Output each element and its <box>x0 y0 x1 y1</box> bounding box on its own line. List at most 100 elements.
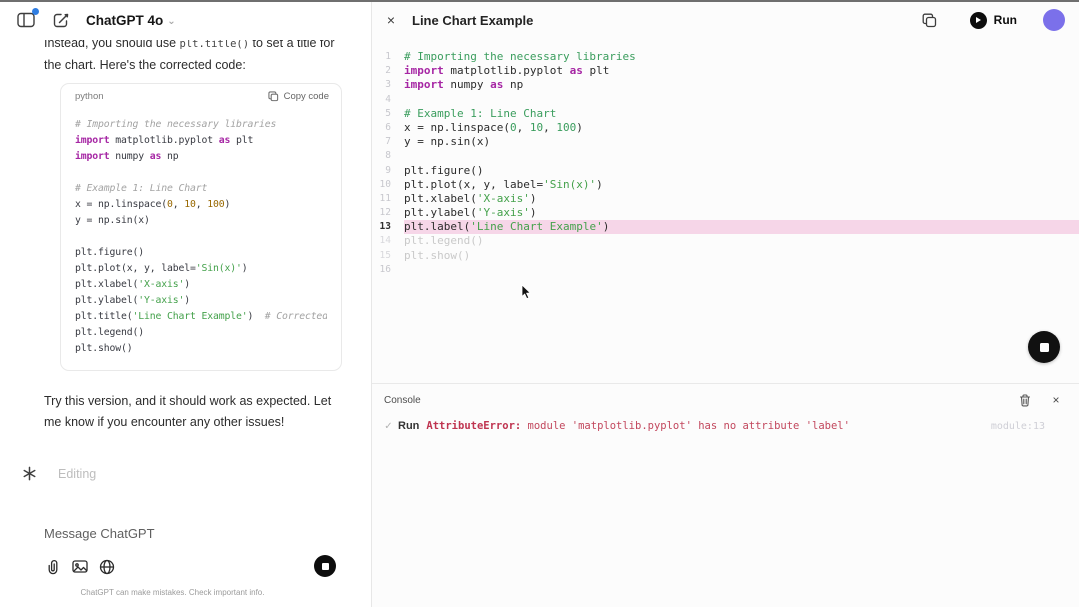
line-code[interactable]: plt.label('Line Chart Example') <box>404 220 1079 234</box>
line-code[interactable]: import numpy as np <box>404 78 1079 92</box>
line-number: 1 <box>372 50 404 64</box>
user-avatar[interactable] <box>1043 9 1065 31</box>
run-button[interactable]: Run <box>970 12 1017 29</box>
code-editor[interactable]: 1# Importing the necessary libraries2imp… <box>372 50 1079 277</box>
status-row: Editing <box>0 466 371 481</box>
chat-code-line: x = np.linspace(0, 10, 100) <box>75 197 327 213</box>
chat-message-area[interactable]: Instead, you should use plt.title() to s… <box>0 40 371 500</box>
disclaimer-text: ChatGPT can make mistakes. Check importa… <box>0 588 345 597</box>
editor-line-14[interactable]: 14plt.legend() <box>372 234 1079 248</box>
chat-code-line: import matplotlib.pyplot as plt <box>75 133 327 149</box>
line-code[interactable]: import matplotlib.pyplot as plt <box>404 64 1079 78</box>
console-error-text: AttributeError: module 'matplotlib.pyplo… <box>426 420 850 432</box>
model-label: ChatGPT 4o <box>86 13 163 28</box>
line-code[interactable]: plt.legend() <box>404 234 1079 248</box>
line-code[interactable]: x = np.linspace(0, 10, 100) <box>404 121 1079 135</box>
editor-line-8[interactable]: 8 <box>372 149 1079 163</box>
console-header: Console × <box>372 384 1079 407</box>
editor-line-6[interactable]: 6x = np.linspace(0, 10, 100) <box>372 121 1079 135</box>
composer: Message ChatGPT <box>0 500 371 607</box>
editor-line-9[interactable]: 9plt.figure() <box>372 164 1079 178</box>
console-run-label: Run <box>398 420 419 432</box>
editor-line-4[interactable]: 4 <box>372 93 1079 107</box>
chatgpt-canvas-app: ChatGPT 4o ⌄ Instead, you should use plt… <box>0 0 1079 607</box>
stop-run-button[interactable] <box>1028 331 1060 363</box>
stop-icon <box>322 563 329 570</box>
image-upload-icon[interactable] <box>71 558 88 575</box>
play-icon <box>970 12 987 29</box>
globe-icon[interactable] <box>98 558 115 575</box>
inline-code: plt.title() <box>180 40 250 50</box>
editor-line-10[interactable]: 10plt.plot(x, y, label='Sin(x)') <box>372 178 1079 192</box>
chat-code-line: plt.title('Line Chart Example') # Correc… <box>75 309 327 325</box>
assistant-message-closing: Try this version, and it should work as … <box>0 391 371 433</box>
editor-line-7[interactable]: 7y = np.sin(x) <box>372 135 1079 149</box>
chat-code-line: plt.ylabel('Y-axis') <box>75 293 327 309</box>
line-number: 8 <box>372 149 404 163</box>
line-number: 7 <box>372 135 404 149</box>
duplicate-icon[interactable] <box>920 10 940 30</box>
error-detail: module 'matplotlib.pyplot' has no attrib… <box>521 420 850 432</box>
clear-console-icon[interactable] <box>1018 393 1032 407</box>
line-number: 11 <box>372 192 404 206</box>
line-number: 14 <box>372 234 404 248</box>
line-code[interactable] <box>404 93 1079 107</box>
line-code[interactable] <box>404 149 1079 163</box>
new-chat-icon[interactable] <box>51 10 71 30</box>
line-code[interactable]: plt.show() <box>404 249 1079 263</box>
copy-code-label: Copy code <box>284 91 329 102</box>
attach-file-icon[interactable] <box>44 558 61 575</box>
editor-line-5[interactable]: 5# Example 1: Line Chart <box>372 107 1079 121</box>
line-number: 4 <box>372 93 404 107</box>
line-number: 6 <box>372 121 404 135</box>
line-code[interactable]: plt.xlabel('X-axis') <box>404 192 1079 206</box>
editor-line-3[interactable]: 3import numpy as np <box>372 78 1079 92</box>
editor-line-12[interactable]: 12plt.ylabel('Y-axis') <box>372 206 1079 220</box>
chat-code-lines: # Importing the necessary librariesimpor… <box>61 107 341 370</box>
chatgpt-logo-icon <box>22 466 37 481</box>
line-code[interactable]: # Importing the necessary libraries <box>404 50 1079 64</box>
code-block-header: python Copy code <box>61 84 341 107</box>
composer-toolbar <box>44 558 115 575</box>
line-code[interactable]: plt.plot(x, y, label='Sin(x)') <box>404 178 1079 192</box>
message-input[interactable]: Message ChatGPT <box>44 526 155 541</box>
line-number: 13 <box>372 220 404 234</box>
line-number: 3 <box>372 78 404 92</box>
message-text: to set a title for <box>249 40 334 50</box>
line-code[interactable] <box>404 263 1079 277</box>
chat-code-line: plt.figure() <box>75 245 327 261</box>
line-code[interactable]: plt.figure() <box>404 164 1079 178</box>
message-text: the chart. Here's the corrected code: <box>44 58 246 72</box>
editor-line-11[interactable]: 11plt.xlabel('X-axis') <box>372 192 1079 206</box>
editor-line-13[interactable]: 13plt.label('Line Chart Example') <box>372 220 1079 234</box>
editor-line-1[interactable]: 1# Importing the necessary libraries <box>372 50 1079 64</box>
line-number: 15 <box>372 249 404 263</box>
console-panel: Console × ✓ Run AttributeError: module '… <box>372 383 1079 607</box>
model-switcher[interactable]: ChatGPT 4o ⌄ <box>86 13 176 28</box>
chevron-down-icon: ⌄ <box>167 16 175 27</box>
chat-header: ChatGPT 4o ⌄ <box>0 0 371 40</box>
console-error-location: module:13 <box>991 421 1063 432</box>
line-code[interactable]: y = np.sin(x) <box>404 135 1079 149</box>
editor-line-2[interactable]: 2import matplotlib.pyplot as plt <box>372 64 1079 78</box>
console-title: Console <box>384 395 421 406</box>
close-canvas-icon[interactable]: × <box>381 12 401 28</box>
editor-line-15[interactable]: 15plt.show() <box>372 249 1079 263</box>
sidebar-toggle-icon[interactable] <box>16 10 36 30</box>
stop-icon <box>1040 343 1049 352</box>
copy-code-button[interactable]: Copy code <box>268 91 329 102</box>
chat-code-line: # Importing the necessary libraries <box>75 117 327 133</box>
editor-line-16[interactable]: 16 <box>372 263 1079 277</box>
chat-code-line: plt.plot(x, y, label='Sin(x)') <box>75 261 327 277</box>
copy-icon <box>268 91 279 102</box>
notification-dot <box>32 8 39 15</box>
line-code[interactable]: plt.ylabel('Y-axis') <box>404 206 1079 220</box>
chat-code-line: import numpy as np <box>75 149 327 165</box>
line-number: 9 <box>372 164 404 178</box>
chat-code-line: y = np.sin(x) <box>75 213 327 229</box>
stop-generating-button[interactable] <box>314 555 336 577</box>
chat-code-line <box>75 229 327 245</box>
line-code[interactable]: # Example 1: Line Chart <box>404 107 1079 121</box>
close-console-icon[interactable]: × <box>1049 393 1063 407</box>
line-number: 10 <box>372 178 404 192</box>
